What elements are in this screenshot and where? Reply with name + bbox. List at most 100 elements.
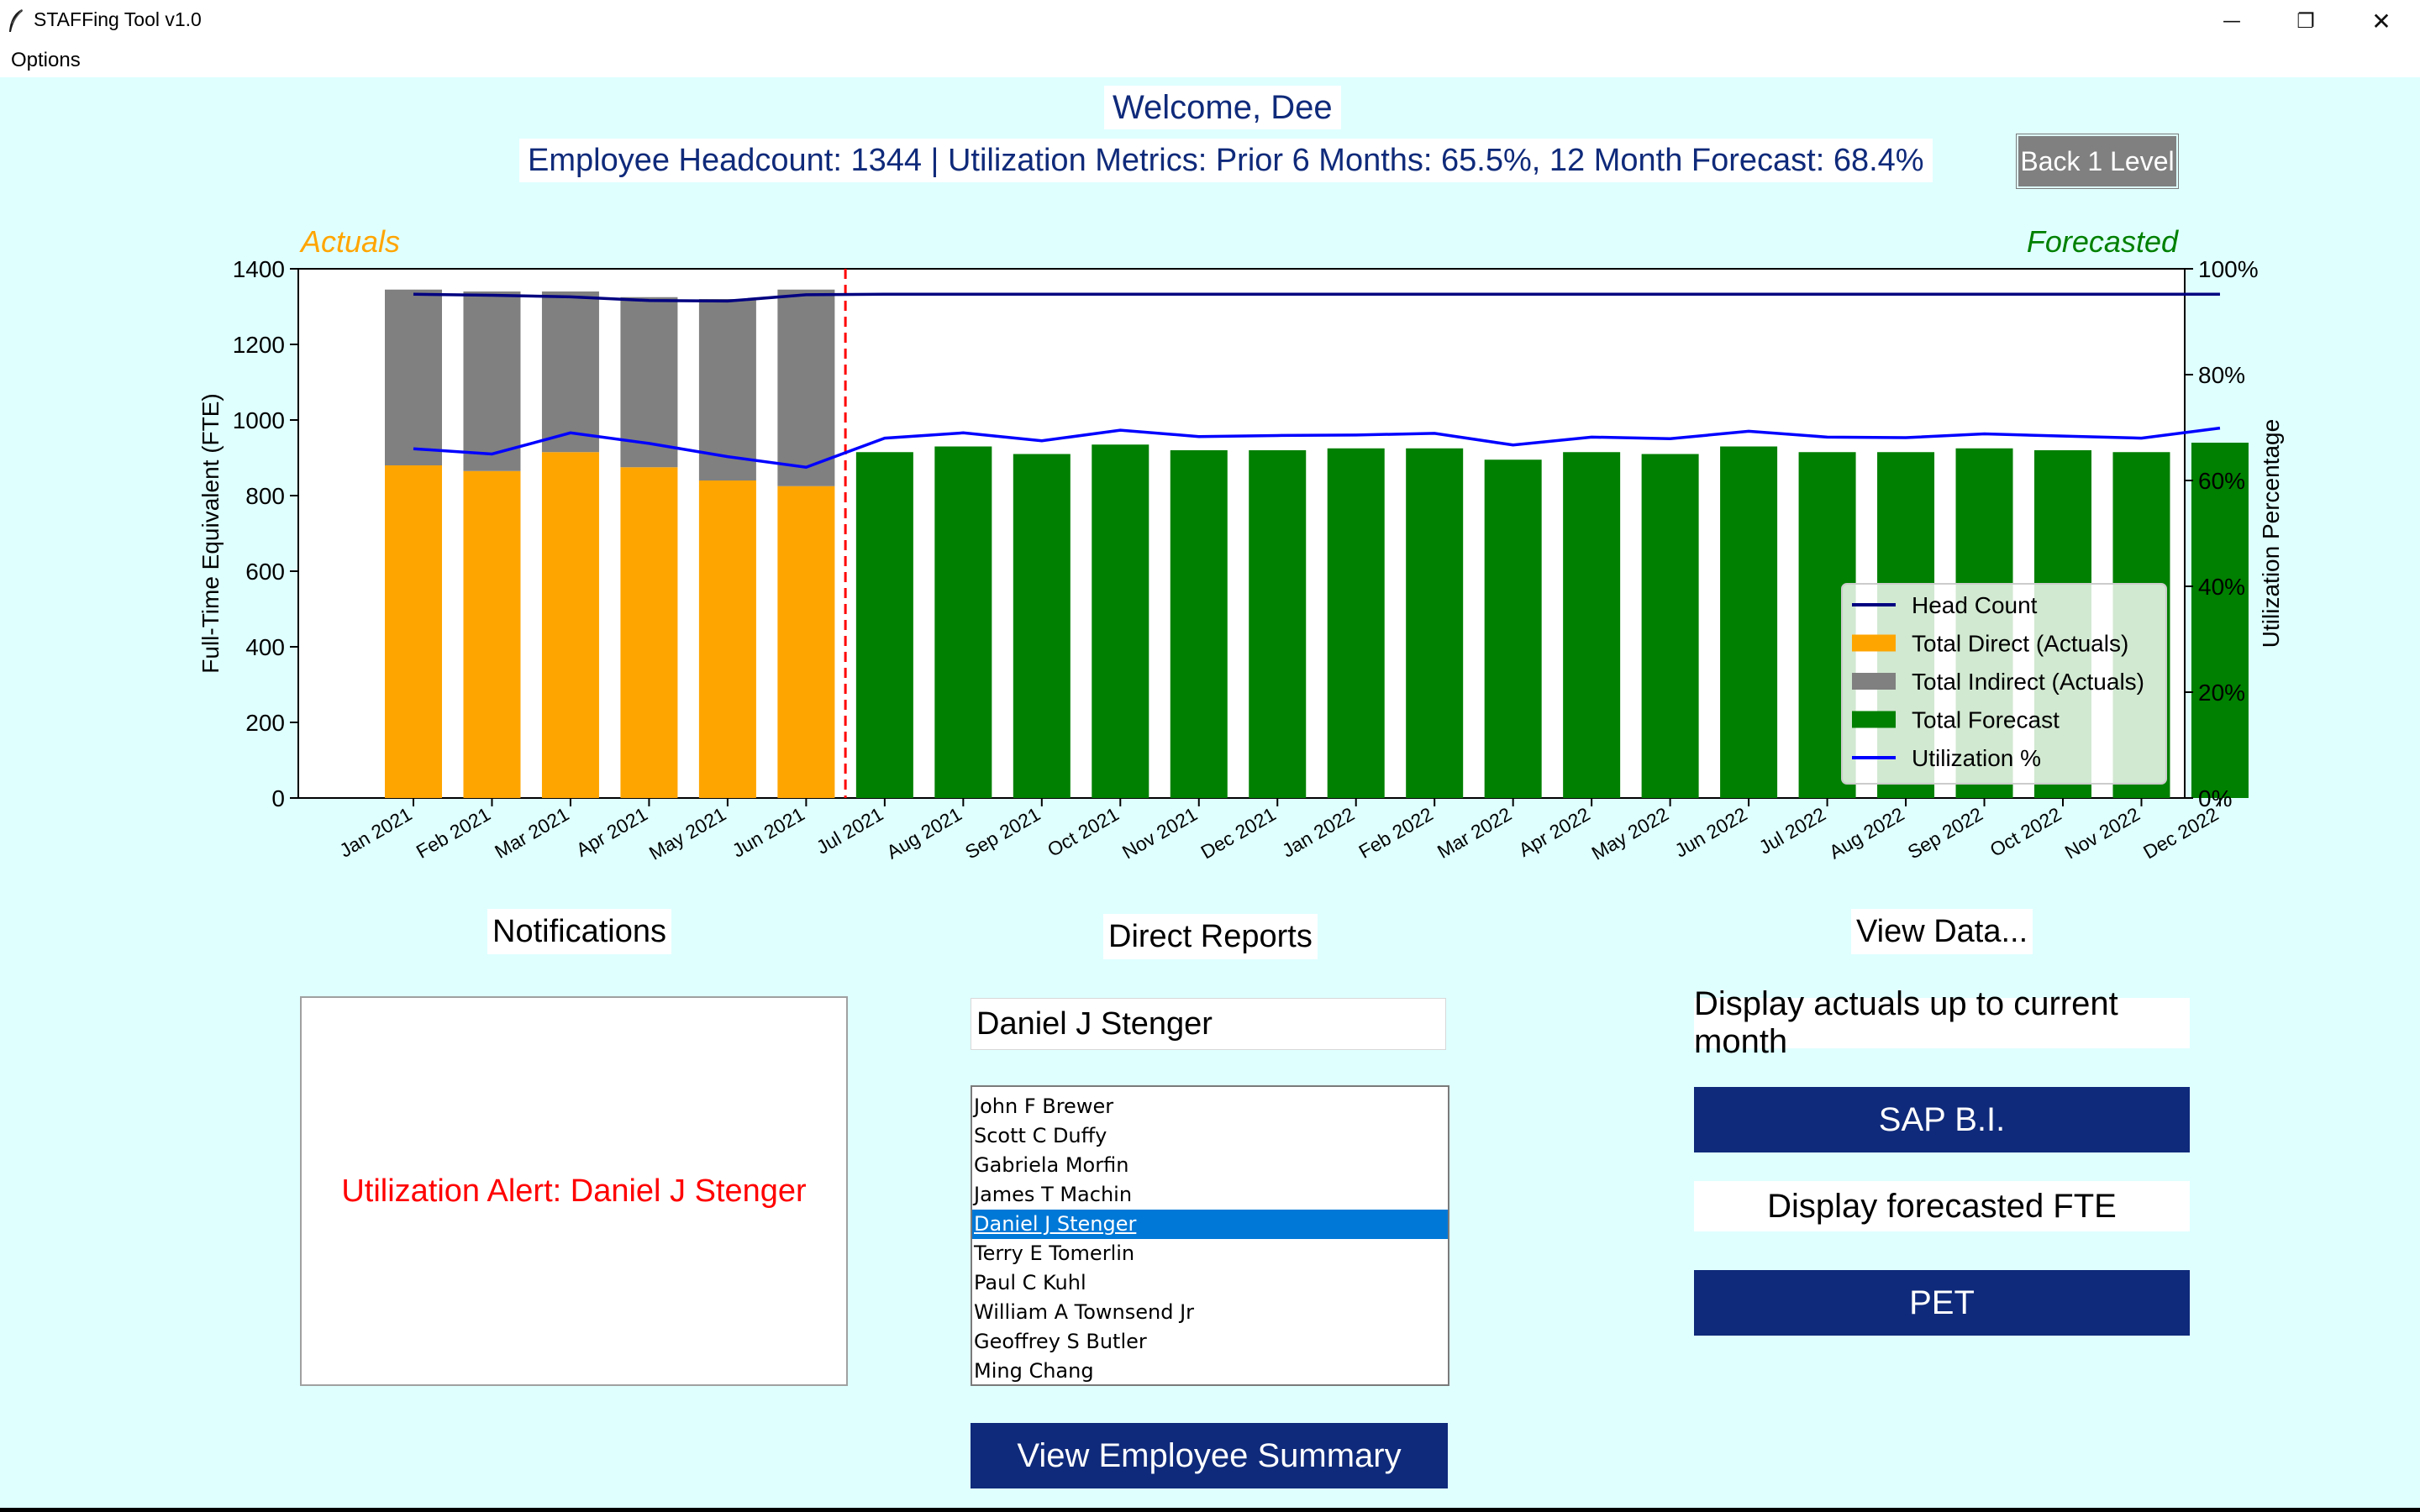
back-one-level-button[interactable]: Back 1 Level <box>2016 134 2179 189</box>
legend-forecast-swatch <box>1852 711 1896 728</box>
x-tick-label: May 2021 <box>645 803 729 864</box>
headcount-metrics: Employee Headcount: 1344 | Utilization M… <box>519 139 1933 182</box>
close-button[interactable]: ✕ <box>2344 0 2418 42</box>
direct-report-item[interactable]: Geoffrey S Butler <box>972 1327 1448 1357</box>
bar-direct-actual <box>463 470 521 798</box>
direct-report-item[interactable]: William A Townsend Jr <box>972 1298 1448 1327</box>
minimize-icon: — <box>2223 10 2241 32</box>
x-tick-label: Mar 2022 <box>1434 803 1515 863</box>
bar-forecast <box>1406 448 1464 798</box>
view-employee-summary-button[interactable]: View Employee Summary <box>971 1423 1448 1488</box>
y2-tick-label: 20% <box>2198 680 2245 706</box>
bar-direct-actual <box>698 480 756 798</box>
bar-direct-actual <box>777 486 835 798</box>
bar-forecast <box>1641 454 1699 798</box>
direct-report-item[interactable]: James T Machin <box>972 1180 1448 1210</box>
x-tick-label: Dec 2022 <box>2139 803 2222 864</box>
x-tick-label: Sep 2021 <box>961 803 1044 864</box>
legend-headcount-label: Head Count <box>1912 592 2038 618</box>
x-tick-label: Jun 2022 <box>1671 803 1751 862</box>
y-tick-label: 800 <box>245 483 285 509</box>
y2-tick-label: 60% <box>2198 468 2245 494</box>
legend-direct-swatch <box>1852 634 1896 652</box>
x-tick-label: Aug 2022 <box>1825 803 1907 864</box>
direct-report-item[interactable]: John F Brewer <box>972 1092 1448 1121</box>
bar-forecast <box>2191 443 2249 798</box>
x-tick-label: Aug 2021 <box>883 803 965 864</box>
y-tick-label: 0 <box>271 785 285 811</box>
y-axis-title: Full-Time Equivalent (FTE) <box>197 393 224 673</box>
legend-direct-label: Total Direct (Actuals) <box>1912 631 2128 657</box>
restore-icon: ❐ <box>2296 9 2315 33</box>
sap-bi-button[interactable]: SAP B.I. <box>1694 1087 2190 1152</box>
forecasted-label: Forecasted <box>2027 224 2179 259</box>
direct-report-item[interactable]: Paul C Kuhl <box>972 1268 1448 1298</box>
bar-forecast <box>1720 446 1778 798</box>
bar-direct-actual <box>620 467 678 798</box>
legend-forecast-label: Total Forecast <box>1912 707 2060 733</box>
y2-tick-label: 40% <box>2198 574 2245 600</box>
y2-axis-title: Utilization Percentage <box>2258 419 2284 648</box>
x-tick-label: Apr 2022 <box>1515 803 1594 861</box>
close-icon: ✕ <box>2371 7 2391 35</box>
bar-forecast <box>1327 448 1385 798</box>
direct-report-item[interactable]: Terry E Tomerlin <box>972 1239 1448 1268</box>
x-tick-label: Jul 2021 <box>813 803 886 858</box>
view-data-title: View Data... <box>1851 909 2033 954</box>
restore-button[interactable]: ❐ <box>2269 0 2343 42</box>
actuals-label: Actuals <box>299 224 400 259</box>
bar-forecast <box>1013 454 1071 798</box>
pet-button[interactable]: PET <box>1694 1270 2190 1336</box>
x-tick-label: Dec 2021 <box>1197 803 1279 864</box>
y-tick-label: 400 <box>245 634 285 660</box>
bar-indirect-actual <box>541 291 599 453</box>
x-tick-label: May 2022 <box>1588 803 1672 864</box>
x-tick-label: Feb 2021 <box>413 803 494 863</box>
notifications-title: Notifications <box>487 909 671 954</box>
minimize-button[interactable]: — <box>2195 0 2269 42</box>
bar-indirect-actual <box>385 289 442 465</box>
utilization-alert[interactable]: Utilization Alert: Daniel J Stenger <box>341 1173 806 1210</box>
legend-indirect-swatch <box>1852 673 1896 690</box>
y-tick-label: 1400 <box>233 256 285 282</box>
display-forecast-label[interactable]: Display forecasted FTE <box>1694 1181 2190 1231</box>
x-tick-label: Mar 2021 <box>491 803 572 863</box>
selected-report-field[interactable]: Daniel J Stenger <box>971 998 1446 1050</box>
direct-report-item[interactable]: Gabriela Morfin <box>972 1151 1448 1180</box>
y2-tick-label: 100% <box>2198 256 2259 282</box>
direct-report-item[interactable]: Daniel J Stenger <box>972 1210 1448 1239</box>
bar-indirect-actual <box>777 289 835 486</box>
y2-tick-label: 80% <box>2198 362 2245 388</box>
direct-reports-list[interactable]: John F Brewer Scott C Duffy Gabriela Morfi… <box>971 1085 1449 1386</box>
bar-forecast <box>934 446 992 798</box>
bar-forecast <box>1249 450 1307 798</box>
x-tick-label: Jan 2022 <box>1278 803 1358 862</box>
direct-report-item[interactable]: Scott C Duffy <box>972 1121 1448 1151</box>
bar-forecast <box>855 452 913 798</box>
direct-report-item[interactable]: Ming Chang <box>972 1357 1448 1386</box>
bar-direct-actual <box>541 452 599 798</box>
x-tick-label: Apr 2021 <box>572 803 651 861</box>
welcome-message: Welcome, Dee <box>1104 86 1341 129</box>
x-tick-label: Sep 2022 <box>1904 803 1986 864</box>
y-tick-label: 200 <box>245 710 285 736</box>
bar-forecast <box>1484 459 1542 798</box>
x-tick-label: Jan 2021 <box>336 803 416 862</box>
x-tick-label: Oct 2022 <box>1986 803 2065 861</box>
feather-icon <box>9 8 23 32</box>
legend-utilization-label: Utilization % <box>1912 745 2041 771</box>
window-title: STAFFing Tool v1.0 <box>34 8 202 30</box>
x-tick-label: Feb 2022 <box>1355 803 1437 863</box>
title-bar: STAFFing Tool v1.0 — ❐ ✕ <box>0 0 2420 42</box>
display-actuals-label[interactable]: Display actuals up to current month <box>1694 985 2190 1060</box>
legend-indirect-label: Total Indirect (Actuals) <box>1912 669 2144 695</box>
bar-indirect-actual <box>463 291 521 471</box>
bar-forecast <box>1170 450 1228 798</box>
x-tick-label: Oct 2021 <box>1044 803 1123 861</box>
bar-direct-actual <box>385 465 442 798</box>
bar-forecast <box>1563 452 1621 798</box>
x-tick-label: Nov 2021 <box>1118 803 1201 864</box>
direct-reports-title: Direct Reports <box>1103 914 1318 959</box>
menu-options[interactable]: Options <box>11 49 81 72</box>
x-tick-label: Jul 2022 <box>1755 803 1829 858</box>
